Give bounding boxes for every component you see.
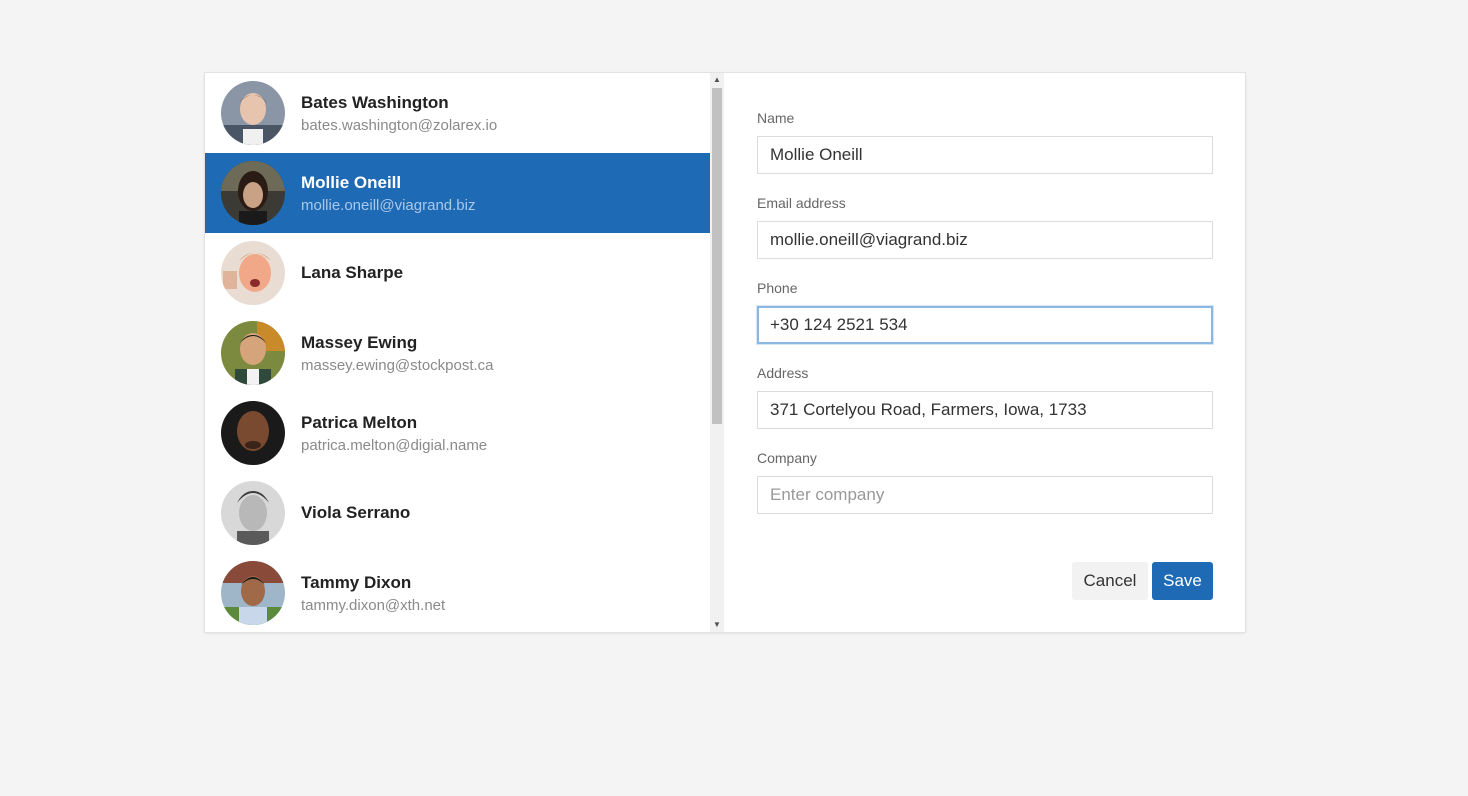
phone-field[interactable] <box>757 306 1213 344</box>
name-field[interactable] <box>757 136 1213 174</box>
contact-list-item[interactable]: Patrica Melton patrica.melton@digial.nam… <box>205 393 710 473</box>
contact-editor-panel: Bates Washington bates.washington@zolare… <box>205 73 1245 632</box>
avatar <box>221 161 285 225</box>
list-scrollbar[interactable]: ▲ ▼ <box>710 73 724 632</box>
address-label: Address <box>757 365 809 381</box>
contact-list-item[interactable]: Viola Serrano <box>205 473 710 553</box>
avatar <box>221 401 285 465</box>
contact-name: Patrica Melton <box>301 413 418 432</box>
avatar <box>221 561 285 625</box>
contact-name: Mollie Oneill <box>301 173 402 192</box>
address-field[interactable] <box>757 391 1213 429</box>
contact-list-item[interactable]: Lana Sharpe <box>205 233 710 313</box>
triangle-down-icon[interactable]: ▼ <box>710 618 724 632</box>
company-label: Company <box>757 450 817 466</box>
contact-list-item[interactable]: Massey Ewing massey.ewing@stockpost.ca <box>205 313 710 393</box>
contact-list: Bates Washington bates.washington@zolare… <box>205 73 710 632</box>
contact-form: Name Email address Phone Address Company… <box>757 73 1213 632</box>
company-field[interactable] <box>757 476 1213 514</box>
contact-email: tammy.dixon@xth.net <box>301 597 446 614</box>
contact-name: Tammy Dixon <box>301 573 412 592</box>
phone-label: Phone <box>757 280 798 296</box>
contact-list-item[interactable]: Tammy Dixon tammy.dixon@xth.net <box>205 553 710 632</box>
cancel-button[interactable]: Cancel <box>1072 562 1148 600</box>
avatar <box>221 321 285 385</box>
save-button[interactable]: Save <box>1152 562 1213 600</box>
contact-name: Massey Ewing <box>301 333 418 352</box>
avatar <box>221 81 285 145</box>
contact-email: massey.ewing@stockpost.ca <box>301 357 494 374</box>
scrollbar-thumb[interactable] <box>712 88 722 424</box>
contact-name: Lana Sharpe <box>301 263 404 282</box>
triangle-up-icon[interactable]: ▲ <box>710 73 724 87</box>
name-label: Name <box>757 110 795 126</box>
contact-name: Bates Washington <box>301 93 449 112</box>
avatar <box>221 481 285 545</box>
contact-email: mollie.oneill@viagrand.biz <box>301 197 476 214</box>
contact-email: patrica.melton@digial.name <box>301 437 488 454</box>
avatar <box>221 241 285 305</box>
contact-email: bates.washington@zolarex.io <box>301 117 498 134</box>
contact-name: Viola Serrano <box>301 503 411 522</box>
contact-list-item-selected[interactable]: Mollie Oneill mollie.oneill@viagrand.biz <box>205 153 710 233</box>
contact-list-item[interactable]: Bates Washington bates.washington@zolare… <box>205 73 710 153</box>
email-label: Email address <box>757 195 846 211</box>
email-field[interactable] <box>757 221 1213 259</box>
